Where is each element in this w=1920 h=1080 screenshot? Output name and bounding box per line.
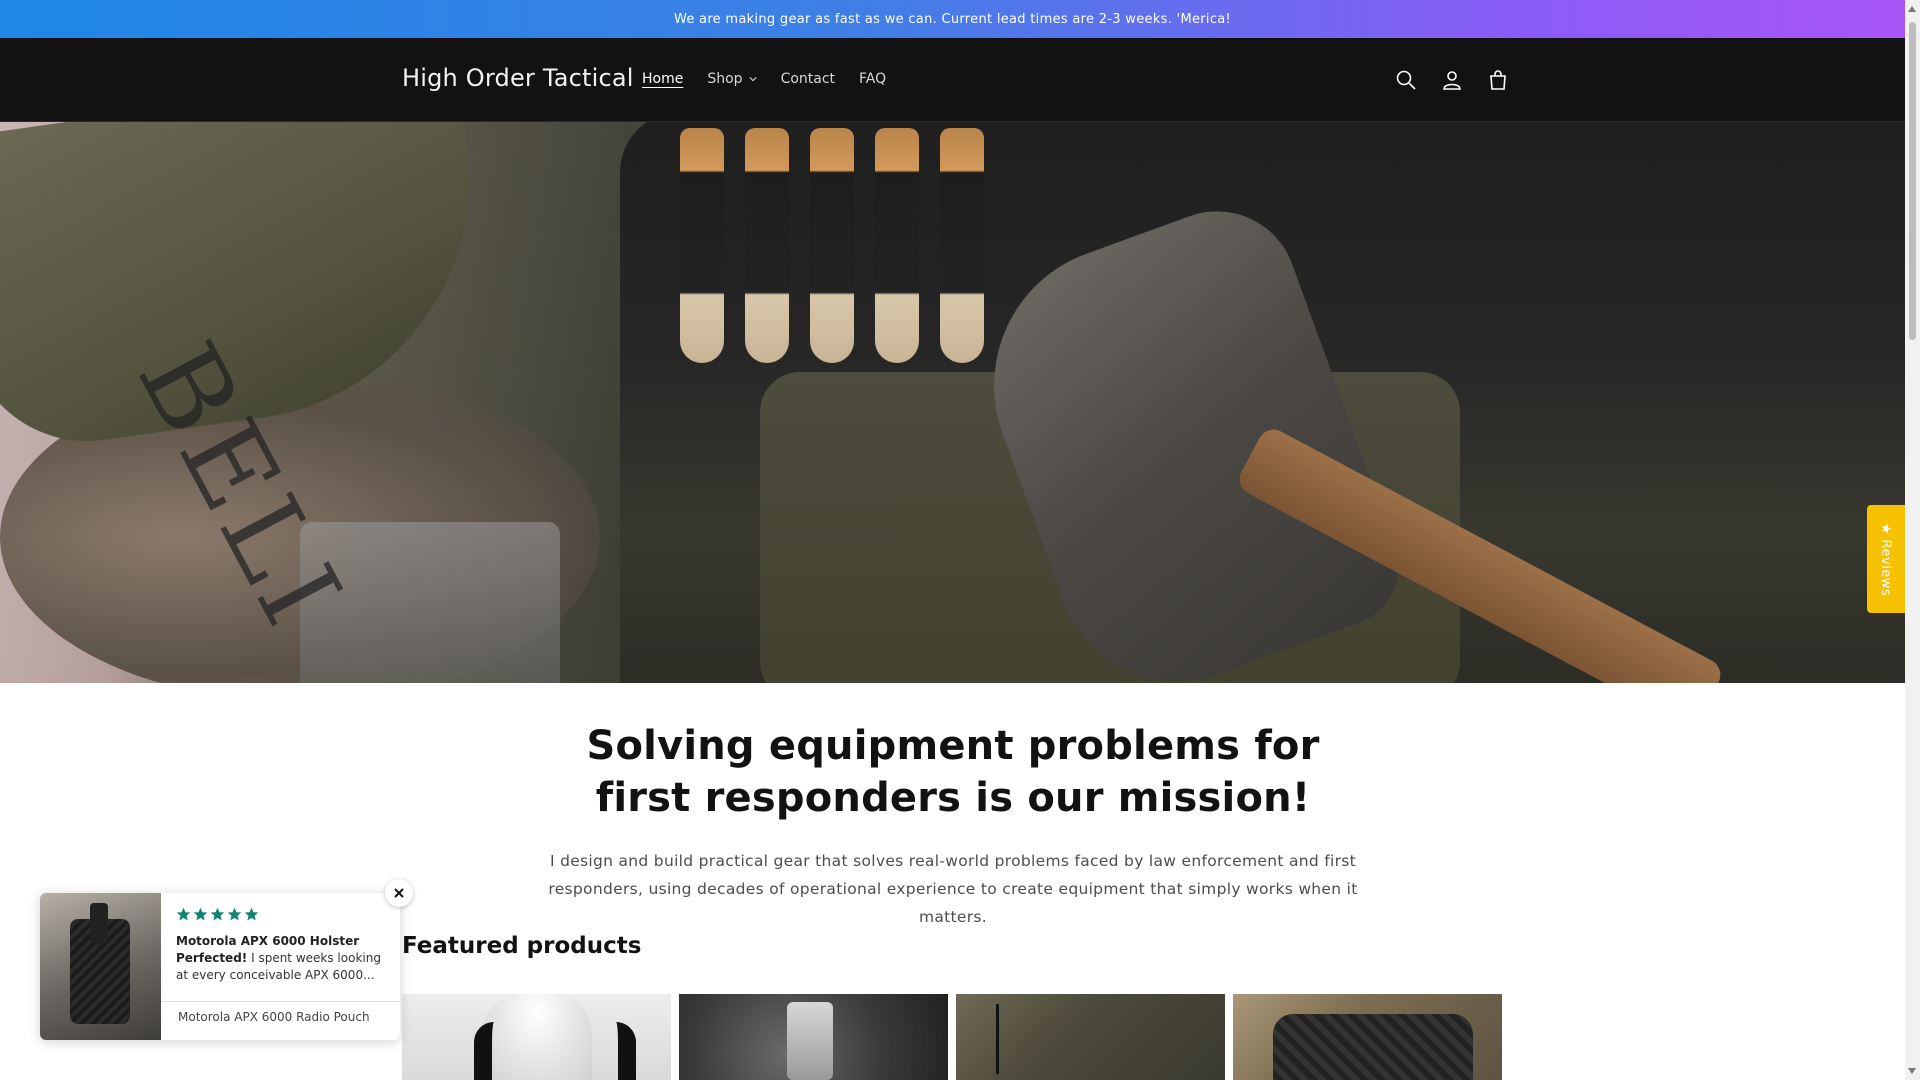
product-card[interactable] bbox=[679, 994, 948, 1080]
hero-banner-image: BELI bbox=[0, 122, 1905, 683]
star-icon bbox=[193, 907, 208, 921]
popup-divider bbox=[161, 1001, 400, 1002]
star-icon bbox=[227, 907, 242, 921]
main-nav: Home Shop Contact FAQ bbox=[642, 71, 886, 87]
shotgun-shell bbox=[680, 128, 724, 363]
mission-subtext: I design and build practical gear that s… bbox=[548, 852, 1358, 926]
announcement-bar: We are making gear as fast as we can. Cu… bbox=[0, 0, 1905, 38]
product-card[interactable] bbox=[402, 994, 671, 1080]
featured-products-grid bbox=[402, 994, 1502, 1080]
reviews-tab-label: ★ Reviews bbox=[1878, 522, 1894, 596]
product-card[interactable] bbox=[1233, 994, 1502, 1080]
site-logo[interactable]: High Order Tactical bbox=[402, 64, 634, 92]
announcement-text: We are making gear as fast as we can. Cu… bbox=[673, 11, 1232, 27]
star-icon bbox=[244, 907, 259, 921]
close-popup-button[interactable] bbox=[385, 879, 413, 907]
shotgun-shell bbox=[810, 128, 854, 363]
review-product-image bbox=[40, 893, 161, 1040]
product-card[interactable] bbox=[956, 994, 1225, 1080]
site-header: High Order Tactical Home Shop Contact FA… bbox=[0, 38, 1905, 122]
review-product-name[interactable]: Motorola APX 6000 Radio Pouch bbox=[178, 1010, 370, 1024]
shotgun-shell bbox=[940, 128, 984, 363]
nav-shop-label: Shop bbox=[707, 71, 743, 87]
nav-contact[interactable]: Contact bbox=[781, 71, 835, 87]
featured-products-title: Featured products bbox=[402, 933, 642, 959]
review-text: Motorola APX 6000 Holster Perfected! I s… bbox=[176, 933, 388, 984]
shotgun-shell bbox=[875, 128, 919, 363]
star-icon bbox=[210, 907, 225, 921]
review-popup[interactable]: Motorola APX 6000 Holster Perfected! I s… bbox=[40, 879, 413, 1040]
scrollbar-thumb[interactable] bbox=[1909, 22, 1916, 340]
scroll-down-arrow[interactable] bbox=[1908, 1068, 1916, 1074]
mission-headline: Solving equipment problems for first res… bbox=[586, 723, 1320, 821]
header-icons bbox=[1394, 68, 1510, 92]
nav-shop[interactable]: Shop bbox=[707, 71, 757, 87]
chevron-down-icon bbox=[748, 77, 757, 82]
page-scrollbar[interactable] bbox=[1905, 0, 1920, 1080]
nav-home[interactable]: Home bbox=[642, 71, 683, 87]
scroll-up-arrow[interactable] bbox=[1908, 6, 1916, 12]
search-icon[interactable] bbox=[1394, 68, 1418, 92]
cart-icon[interactable] bbox=[1486, 68, 1510, 92]
close-icon bbox=[394, 888, 404, 898]
account-icon[interactable] bbox=[1440, 68, 1464, 92]
star-icon bbox=[176, 907, 191, 921]
reviews-side-tab[interactable]: ★ Reviews bbox=[1867, 505, 1905, 613]
review-stars bbox=[176, 907, 259, 922]
shotgun-shell bbox=[745, 128, 789, 363]
nav-faq[interactable]: FAQ bbox=[859, 71, 886, 87]
